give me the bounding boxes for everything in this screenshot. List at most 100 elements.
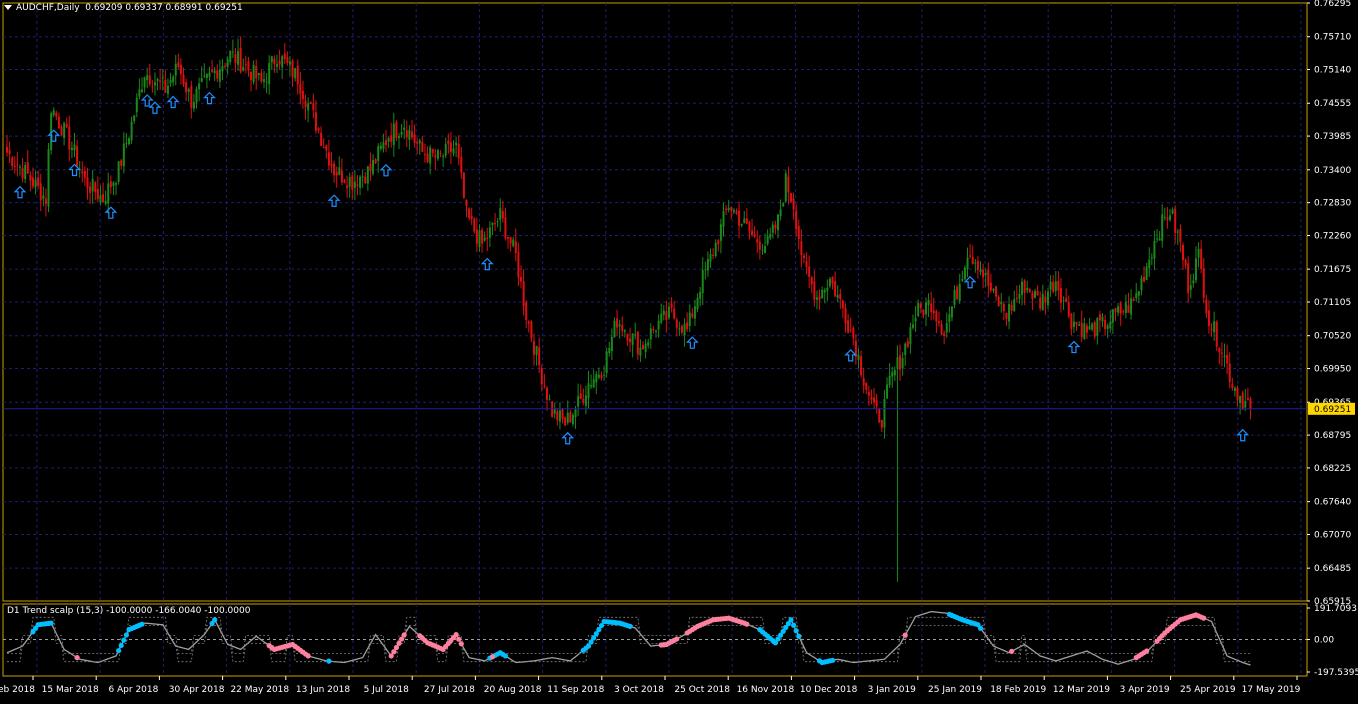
candle-body bbox=[1163, 216, 1166, 218]
candle-body bbox=[751, 230, 754, 235]
candle-body bbox=[590, 385, 593, 387]
candle-body bbox=[841, 300, 844, 309]
candle-body bbox=[935, 311, 938, 322]
candle-body bbox=[494, 223, 497, 225]
candle-body bbox=[657, 320, 660, 330]
candle-body bbox=[390, 135, 393, 142]
dropdown-triangle-icon[interactable] bbox=[4, 5, 12, 10]
candle-body bbox=[623, 330, 626, 332]
y-tick-label: 0.75710 bbox=[1314, 33, 1351, 43]
candle-body bbox=[426, 153, 429, 163]
candle-body bbox=[912, 324, 915, 328]
osc-up-dot bbox=[121, 637, 127, 643]
candle-body bbox=[904, 343, 907, 355]
candle-body bbox=[63, 122, 66, 138]
candle-body bbox=[839, 293, 842, 300]
candle-body bbox=[1075, 321, 1078, 325]
candle-body bbox=[444, 143, 447, 156]
candle-body bbox=[268, 63, 271, 85]
candle-body bbox=[159, 80, 162, 82]
candle-body bbox=[327, 152, 330, 166]
candle-body bbox=[992, 288, 995, 291]
candle-body bbox=[138, 89, 141, 97]
candle-body bbox=[566, 412, 569, 423]
candle-body bbox=[366, 166, 369, 184]
candle-body bbox=[950, 306, 953, 318]
candle-body bbox=[65, 123, 68, 128]
candle-body bbox=[802, 255, 805, 259]
x-tick-label: 16 Nov 2018 bbox=[737, 685, 795, 695]
candle-body bbox=[732, 210, 735, 213]
candle-body bbox=[789, 193, 792, 202]
candle-body bbox=[709, 253, 712, 262]
candle-body bbox=[161, 77, 164, 79]
candle-body bbox=[47, 149, 50, 207]
candle-body bbox=[1218, 347, 1221, 353]
candle-body bbox=[761, 249, 764, 251]
candle-body bbox=[1150, 257, 1153, 259]
candle-body bbox=[862, 378, 865, 386]
candle-body bbox=[1088, 326, 1091, 330]
y-tick-label: 0.73985 bbox=[1314, 132, 1351, 142]
candle-body bbox=[338, 167, 341, 175]
candle-body bbox=[294, 68, 297, 79]
candle-body bbox=[870, 396, 873, 400]
candle-body bbox=[932, 310, 935, 314]
candle-body bbox=[631, 333, 634, 345]
candle-body bbox=[377, 146, 380, 161]
candle-body bbox=[1130, 298, 1133, 315]
candle-body bbox=[73, 144, 76, 151]
candle-body bbox=[1010, 304, 1013, 311]
candle-body bbox=[906, 341, 909, 347]
candle-body bbox=[680, 326, 683, 333]
candle-body bbox=[569, 412, 572, 423]
candle-body bbox=[364, 176, 367, 183]
candle-body bbox=[779, 209, 782, 217]
candle-body bbox=[1236, 387, 1239, 400]
candle-body bbox=[719, 224, 722, 241]
candle-body bbox=[83, 170, 86, 178]
candle-body bbox=[361, 176, 364, 178]
candle-body bbox=[244, 64, 247, 66]
x-tick-label: 17 May 2019 bbox=[1242, 685, 1301, 695]
candle-body bbox=[1228, 363, 1231, 382]
chart-area[interactable]: 0.76295 0.75710 0.75140 0.74555 0.73985 0.734… bbox=[0, 0, 1358, 700]
candle-body bbox=[320, 132, 323, 146]
candle-body bbox=[177, 62, 180, 68]
candle-body bbox=[727, 207, 730, 211]
buy-arrow-icon bbox=[13, 185, 27, 199]
candle-body bbox=[460, 156, 463, 173]
candle-body bbox=[561, 409, 564, 419]
candle-body bbox=[122, 143, 125, 167]
osc-down-dot bbox=[456, 636, 462, 642]
buy-arrow-icon bbox=[963, 275, 977, 289]
y-tick-label: 0.66485 bbox=[1314, 564, 1351, 574]
candle-body bbox=[11, 157, 14, 167]
candle-body bbox=[930, 303, 933, 313]
candle-body bbox=[325, 145, 328, 151]
candle-body bbox=[1166, 217, 1169, 220]
candle-body bbox=[1044, 296, 1047, 303]
candle-body bbox=[1127, 305, 1130, 313]
candle-body bbox=[270, 56, 273, 63]
candle-body bbox=[527, 321, 530, 324]
candle-body bbox=[439, 152, 442, 154]
candle-body bbox=[6, 146, 8, 153]
osc-up-dot bbox=[796, 633, 802, 639]
candle-body bbox=[1246, 398, 1249, 400]
candle-body bbox=[1132, 299, 1135, 301]
candle-body bbox=[340, 170, 343, 183]
candle-body bbox=[997, 296, 1000, 307]
osc-down-dot bbox=[489, 654, 496, 660]
candle-body bbox=[70, 147, 73, 151]
candle-body bbox=[647, 342, 650, 346]
candle-body bbox=[691, 313, 694, 318]
candle-body bbox=[283, 53, 286, 60]
candle-body bbox=[405, 130, 408, 138]
candle-body bbox=[712, 254, 715, 256]
candle-body bbox=[148, 75, 151, 85]
candle-body bbox=[263, 79, 266, 82]
candle-body bbox=[343, 180, 346, 184]
candle-body bbox=[670, 303, 673, 308]
candle-body bbox=[486, 237, 489, 239]
